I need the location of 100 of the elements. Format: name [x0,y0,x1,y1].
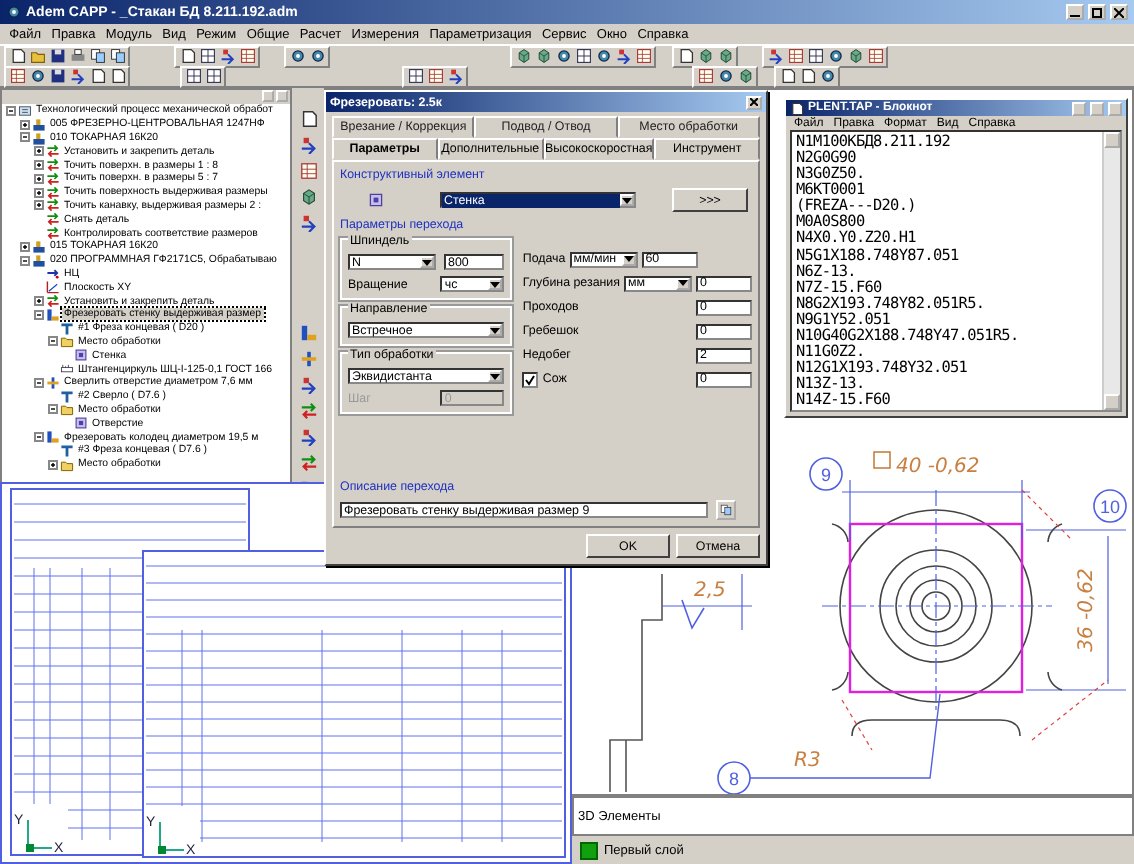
dropdown-arrow-icon [622,197,632,203]
toolbar-button[interactable] [68,47,86,65]
list-icon [18,103,32,118]
cutter-icon [60,443,74,458]
toolbar-button[interactable] [716,67,734,85]
toolbar-button[interactable] [48,67,66,85]
square-symbol-icon [873,451,891,469]
dropdown-arrow-icon [422,259,432,265]
mill-icon [46,307,60,322]
dimension-text: 36 -0,62 [1076,568,1098,652]
folder-icon [60,402,74,417]
toolbar-button[interactable] [238,47,256,65]
toolbar-button[interactable] [716,47,734,65]
toolbar-button[interactable] [514,47,532,65]
tool-button[interactable] [297,374,319,396]
toolbar-button[interactable] [184,67,202,85]
expand-toggle[interactable] [34,173,44,184]
layer-color-icon [580,841,598,859]
toolbar-button[interactable] [786,47,804,65]
tool-button[interactable] [297,186,319,208]
collapse-toggle[interactable] [34,432,44,443]
collapse-toggle[interactable] [34,309,44,320]
expand-toggle[interactable] [34,187,44,198]
tool-button[interactable] [297,426,319,448]
toolbar-button[interactable] [846,47,864,65]
toolbar-button[interactable] [534,47,552,65]
square-icon [74,416,88,431]
checkbox[interactable] [522,371,539,387]
close-icon [750,98,758,106]
dropdown-arrow-icon [490,327,500,333]
collapse-toggle[interactable] [20,132,30,143]
checkmark-icon [524,373,537,385]
toolbar-button[interactable] [554,47,572,65]
minimize-button[interactable] [1066,4,1084,20]
toolbar-button[interactable] [198,47,216,65]
dropdown-arrow-icon [678,280,688,286]
toolbar-button[interactable] [766,47,784,65]
toolbar-button[interactable] [676,47,694,65]
toolbar-button[interactable] [866,47,884,65]
restore-button[interactable] [1088,4,1106,20]
toolbar-button[interactable] [426,67,444,85]
dropdown-arrow-icon [490,373,500,379]
cutter-icon [60,321,74,336]
toolbar-button[interactable] [446,67,464,85]
ruler-icon [60,362,74,377]
expand-toggle[interactable] [34,146,44,157]
close-button[interactable] [746,95,762,109]
toolbar-button[interactable] [736,67,754,85]
expand-toggle[interactable] [48,459,58,470]
folder-icon [60,457,74,472]
collapse-toggle[interactable] [20,255,30,266]
scrollbar[interactable] [1102,132,1120,410]
text-area[interactable] [790,130,1122,412]
toolbar-button[interactable] [204,67,222,85]
collapse-toggle[interactable] [48,404,58,415]
expand-toggle[interactable] [20,241,30,252]
toolbar-button[interactable] [218,47,236,65]
cutter-icon [60,389,74,404]
drill-icon [46,375,60,390]
callout-bubble: 9 [809,457,843,491]
dimension-text: 2,5 [694,580,726,602]
toolbar-button[interactable] [574,47,592,65]
arrow-icon [46,266,60,281]
toolbar-button[interactable] [406,67,424,85]
axes-icon [46,280,60,295]
toolbar-button[interactable] [8,67,26,85]
arrows-icon [46,294,60,309]
tool-button[interactable] [297,212,319,234]
expand-toggle[interactable] [34,200,44,211]
restore-icon [1092,7,1102,17]
collapse-toggle[interactable] [6,105,16,116]
collapse-toggle[interactable] [34,377,44,388]
expand-toggle[interactable] [20,119,30,130]
tool-button[interactable] [297,108,319,130]
expand-toggle[interactable] [34,160,44,171]
toolbar-button[interactable] [68,67,86,85]
square-icon [74,348,88,363]
mill-icon [46,430,60,445]
toolbar-button[interactable] [48,47,66,65]
edit-button[interactable] [716,500,736,520]
folder-icon [60,334,74,349]
close-button[interactable] [1110,4,1128,20]
tool-button[interactable] [297,134,319,156]
app-logo-icon [6,4,22,20]
expand-toggle[interactable] [34,296,44,307]
toolbar-button[interactable] [594,47,612,65]
toolbar-button[interactable] [614,47,632,65]
callout-bubble: 10 [1093,489,1127,523]
close-icon [1114,7,1124,17]
toolbar-button[interactable] [696,47,714,65]
dropdown-arrow-icon [623,256,634,262]
dimension-text: R3 [794,750,821,772]
callout-bubble: 8 [717,761,751,794]
toolbar-button[interactable] [696,67,714,85]
toolbar-button[interactable] [634,47,652,65]
toolbar-button[interactable] [178,47,196,65]
toolbar-button[interactable] [806,47,824,65]
collapse-toggle[interactable] [48,336,58,347]
dropdown-arrow-icon [490,281,501,287]
dimension-text: 40 -0,62 [896,456,980,478]
